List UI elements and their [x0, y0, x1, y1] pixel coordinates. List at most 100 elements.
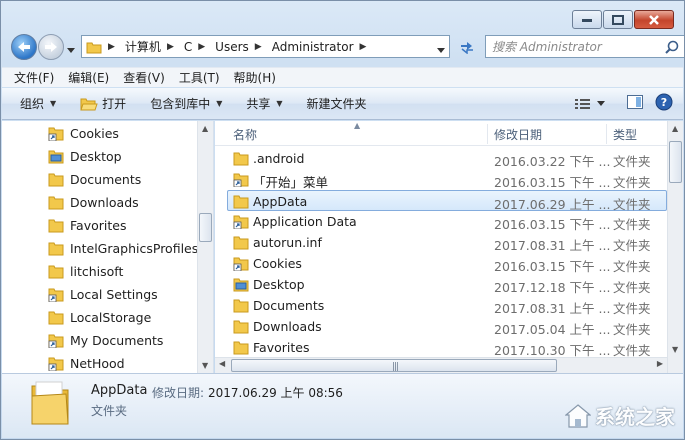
navigation-pane: Cookies Desktop Documents Downloads Favorite…	[2, 121, 214, 373]
nav-item[interactable]: NetHood	[2, 352, 213, 373]
address-dropdown-button[interactable]	[437, 42, 445, 56]
recent-pages-dropdown[interactable]	[67, 42, 75, 56]
file-date: 2017.12.18 下午 ...	[494, 280, 611, 295]
menu-tools[interactable]: 工具(T)	[179, 69, 220, 86]
breadcrumb-c-drive[interactable]: C ▶	[184, 40, 211, 54]
file-name: Cookies	[253, 256, 302, 271]
file-name: Documents	[253, 298, 325, 313]
svg-text:?: ?	[661, 96, 667, 109]
breadcrumb-administrator[interactable]: Administrator ▶	[272, 40, 373, 54]
file-row[interactable]: Desktop 2017.12.18 下午 ... 文件夹	[215, 274, 683, 295]
column-header-name[interactable]: 名称	[233, 126, 257, 143]
menu-view[interactable]: 查看(V)	[123, 69, 165, 86]
watermark-logo: 系统之家	[565, 401, 675, 430]
search-input[interactable]: 搜索 Administrator	[485, 35, 684, 58]
back-button[interactable]	[11, 34, 37, 60]
file-row[interactable]: Downloads 2017.05.04 上午 ... 文件夹	[215, 316, 683, 337]
arrow-right-icon	[45, 42, 57, 52]
open-button[interactable]: 打开	[80, 95, 126, 112]
organize-button[interactable]: 组织 ▼	[20, 95, 56, 112]
scrollbar-thumb[interactable]: |||	[231, 359, 557, 372]
preview-pane-button[interactable]	[627, 95, 643, 112]
menu-file[interactable]: 文件(F)	[14, 69, 54, 86]
nav-item-label: LocalStorage	[70, 310, 152, 325]
share-button[interactable]: 共享 ▼	[246, 95, 282, 112]
file-list-pane: ▲ 名称 修改日期 类型 .android 2016.03.22 下午 ... 文件…	[215, 121, 683, 373]
nav-item[interactable]: Favorites	[2, 214, 213, 237]
nav-item[interactable]: IntelGraphicsProfiles	[2, 237, 213, 260]
column-header-row: ▲ 名称 修改日期 类型	[215, 121, 683, 146]
file-date: 2017.08.31 上午 ...	[494, 238, 611, 253]
close-button[interactable]	[634, 10, 674, 29]
file-row[interactable]: autorun.inf 2017.08.31 上午 ... 文件夹	[215, 232, 683, 253]
nav-item-label: Local Settings	[70, 287, 158, 302]
column-header-type[interactable]: 类型	[613, 126, 637, 143]
file-type: 文件夹	[613, 238, 651, 253]
file-row-selected[interactable]: AppData 2017.06.29 上午 ... 文件夹	[227, 190, 667, 212]
help-button[interactable]: ?	[655, 93, 673, 114]
nav-item-label: Downloads	[70, 195, 139, 210]
nav-item[interactable]: litchisoft	[2, 260, 213, 283]
address-bar[interactable]: ▶ 计算机 ▶ C ▶ Users ▶ Administrator ▶	[81, 35, 450, 58]
explorer-window: ▶ 计算机 ▶ C ▶ Users ▶ Administrator ▶ 搜索 A…	[0, 0, 685, 440]
new-folder-button[interactable]: 新建文件夹	[307, 95, 367, 112]
nav-item[interactable]: Downloads	[2, 191, 213, 214]
arrow-left-icon	[18, 42, 30, 52]
file-name: 「开始」菜单	[253, 175, 329, 190]
menu-edit[interactable]: 编辑(E)	[68, 69, 109, 86]
minimize-button[interactable]	[572, 10, 602, 29]
folder-icon	[48, 264, 66, 280]
file-type: 文件夹	[613, 322, 651, 337]
navigation-tree: Cookies Desktop Documents Downloads Favorite…	[2, 121, 213, 373]
scrollbar-thumb[interactable]	[199, 213, 212, 242]
house-logo-icon	[565, 403, 591, 428]
shortcut-folder-icon	[48, 333, 66, 349]
file-list-vertical-scrollbar[interactable]: ▲ ▼	[667, 121, 683, 373]
breadcrumb-users[interactable]: Users ▶	[215, 40, 268, 54]
folder-icon	[233, 194, 249, 209]
refresh-button[interactable]	[454, 35, 480, 58]
help-icon: ?	[655, 93, 673, 111]
include-in-library-button[interactable]: 包含到库中 ▼	[150, 95, 222, 112]
scrollbar-thumb[interactable]	[669, 141, 682, 183]
file-date: 2016.03.15 下午 ...	[494, 175, 611, 190]
forward-button[interactable]	[38, 34, 64, 60]
file-row[interactable]: Documents 2017.08.31 上午 ... 文件夹	[215, 295, 683, 316]
navigation-bar: ▶ 计算机 ▶ C ▶ Users ▶ Administrator ▶ 搜索 A…	[9, 32, 684, 62]
file-row[interactable]: Favorites 2017.10.30 下午 ... 文件夹	[215, 337, 683, 358]
nav-item[interactable]: My Documents	[2, 329, 213, 352]
nav-item-label: litchisoft	[70, 264, 124, 279]
nav-item[interactable]: Cookies	[2, 122, 213, 145]
file-date: 2017.05.04 上午 ...	[494, 322, 611, 337]
folder-icon	[48, 241, 66, 257]
navigation-pane-scrollbar[interactable]: ▲ ▼	[197, 121, 213, 373]
file-row[interactable]: Cookies 2016.03.15 下午 ... 文件夹	[215, 253, 683, 274]
file-row[interactable]: 「开始」菜单 2016.03.15 下午 ... 文件夹	[215, 169, 683, 190]
folder-icon	[48, 310, 66, 326]
nav-item[interactable]: Documents	[2, 168, 213, 191]
view-controls: ?	[575, 93, 673, 114]
folder-icon	[48, 172, 66, 188]
nav-item[interactable]: Desktop	[2, 145, 213, 168]
file-name: AppData	[253, 194, 308, 209]
nav-item-label: Cookies	[70, 126, 119, 141]
nav-item-label: My Documents	[70, 333, 164, 348]
shortcut-folder-icon	[48, 126, 66, 142]
file-row[interactable]: .android 2016.03.22 下午 ... 文件夹	[215, 148, 683, 169]
file-row[interactable]: Application Data 2016.03.15 下午 ... 文件夹	[215, 211, 683, 232]
folder-icon	[233, 340, 249, 355]
maximize-button[interactable]	[603, 10, 633, 29]
menu-help[interactable]: 帮助(H)	[234, 69, 276, 86]
file-list-horizontal-scrollbar[interactable]: ◀ ||| ▶	[215, 357, 667, 373]
change-view-button[interactable]	[575, 98, 605, 110]
file-date: 2016.03.22 下午 ...	[494, 154, 611, 169]
nav-item[interactable]: Local Settings	[2, 283, 213, 306]
file-name: Desktop	[253, 277, 305, 292]
file-type: 文件夹	[613, 154, 651, 169]
column-header-date[interactable]: 修改日期	[494, 126, 542, 143]
breadcrumb-computer[interactable]: 计算机 ▶	[125, 38, 180, 55]
nav-item[interactable]: LocalStorage	[2, 306, 213, 329]
shortcut-folder-icon	[233, 172, 249, 188]
chevron-down-icon	[597, 101, 605, 106]
desktop-folder-icon	[48, 149, 66, 165]
